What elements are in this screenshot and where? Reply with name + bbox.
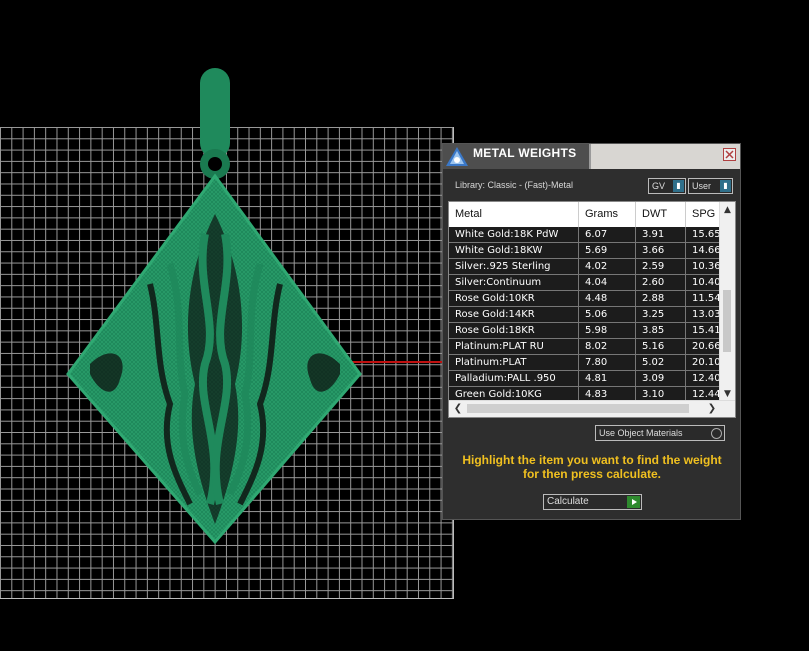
dropdown-arrow-icon: ▮ <box>720 180 731 192</box>
instruction-text: Highlight the item you want to find the … <box>462 453 722 481</box>
table-row[interactable]: Silver:.925 Sterling 4.02 2.59 10.36 <box>449 259 721 275</box>
table-body: White Gold:18K PdW 6.07 3.91 15.65 White Gol… <box>449 227 721 403</box>
cell-grams: 8.02 <box>579 339 636 354</box>
scroll-up-icon[interactable]: ▲ <box>720 203 735 217</box>
cell-spg: 15.65 <box>686 227 721 242</box>
cell-spg: 20.66 <box>686 339 721 354</box>
cell-dwt: 5.16 <box>636 339 686 354</box>
cell-dwt: 2.60 <box>636 275 686 290</box>
table-row[interactable]: Platinum:PLAT 7.80 5.02 20.10 <box>449 355 721 371</box>
table-row[interactable]: Rose Gold:14KR 5.06 3.25 13.03 <box>449 307 721 323</box>
gv-dropdown[interactable]: GV ▮ <box>648 178 686 194</box>
table-row[interactable]: White Gold:18K PdW 6.07 3.91 15.65 <box>449 227 721 243</box>
cell-spg: 10.40 <box>686 275 721 290</box>
panel-title-tab: METAL WEIGHTS <box>443 144 591 169</box>
horizontal-scrollbar[interactable]: ❮ ❯ <box>449 400 735 417</box>
vertical-scroll-thumb[interactable] <box>723 290 731 352</box>
panel-titlebar[interactable]: METAL WEIGHTS <box>443 144 740 169</box>
app-logo-icon <box>446 147 468 166</box>
cell-dwt: 3.09 <box>636 371 686 386</box>
cell-grams: 5.69 <box>579 243 636 258</box>
table-header: Metal Grams DWT SPG <box>449 202 721 228</box>
user-dropdown-label: User <box>692 181 712 191</box>
play-arrow-icon <box>627 496 640 508</box>
library-label: Library: Classic - (Fast)-Metal <box>455 180 574 190</box>
table-row[interactable]: Palladium:PALL .950 4.81 3.09 12.40 <box>449 371 721 387</box>
cell-metal: Silver:Continuum <box>449 275 579 290</box>
cell-metal: Silver:.925 Sterling <box>449 259 579 274</box>
scroll-down-icon[interactable]: ▼ <box>720 387 735 401</box>
cell-grams: 4.04 <box>579 275 636 290</box>
close-icon <box>725 150 734 159</box>
cell-spg: 14.66 <box>686 243 721 258</box>
scroll-left-icon[interactable]: ❮ <box>451 401 465 417</box>
table-row[interactable]: Platinum:PLAT RU 8.02 5.16 20.66 <box>449 339 721 355</box>
cell-dwt: 3.25 <box>636 307 686 322</box>
cell-metal: Rose Gold:10KR <box>449 291 579 306</box>
close-button[interactable] <box>723 148 736 161</box>
cell-grams: 4.02 <box>579 259 636 274</box>
cell-dwt: 3.66 <box>636 243 686 258</box>
dropdown-arrow-icon: ▮ <box>673 180 684 192</box>
metal-weights-panel: METAL WEIGHTS Library: Classic - (Fast)-… <box>442 143 741 520</box>
cell-spg: 20.10 <box>686 355 721 370</box>
cell-metal: White Gold:18KW <box>449 243 579 258</box>
cell-dwt: 3.91 <box>636 227 686 242</box>
column-header-grams[interactable]: Grams <box>579 202 636 227</box>
radio-circle-icon <box>711 428 722 439</box>
cell-grams: 4.48 <box>579 291 636 306</box>
cell-metal: Rose Gold:18KR <box>449 323 579 338</box>
cell-dwt: 5.02 <box>636 355 686 370</box>
cell-metal: Platinum:PLAT <box>449 355 579 370</box>
cell-grams: 5.98 <box>579 323 636 338</box>
cell-spg: 15.41 <box>686 323 721 338</box>
cell-grams: 6.07 <box>579 227 636 242</box>
table-row[interactable]: Silver:Continuum 4.04 2.60 10.40 <box>449 275 721 291</box>
cell-dwt: 2.59 <box>636 259 686 274</box>
cell-metal: Palladium:PALL .950 <box>449 371 579 386</box>
cell-spg: 11.54 <box>686 291 721 306</box>
column-header-spg[interactable]: SPG <box>686 202 721 227</box>
calculate-label: Calculate <box>547 496 589 507</box>
gv-dropdown-label: GV <box>652 181 666 191</box>
scroll-right-icon[interactable]: ❯ <box>705 401 719 417</box>
cell-grams: 4.81 <box>579 371 636 386</box>
column-header-metal[interactable]: Metal <box>449 202 579 227</box>
calculate-button[interactable]: Calculate <box>543 494 642 510</box>
horizontal-scroll-thumb[interactable] <box>467 404 689 413</box>
materials-dropdown[interactable]: Use Object Materials <box>595 425 725 441</box>
panel-title: METAL WEIGHTS <box>473 146 577 160</box>
cell-spg: 12.40 <box>686 371 721 386</box>
cell-metal: White Gold:18K PdW <box>449 227 579 242</box>
column-header-dwt[interactable]: DWT <box>636 202 686 227</box>
cell-dwt: 3.85 <box>636 323 686 338</box>
table-row[interactable]: White Gold:18KW 5.69 3.66 14.66 <box>449 243 721 259</box>
cell-spg: 13.03 <box>686 307 721 322</box>
cell-metal: Rose Gold:14KR <box>449 307 579 322</box>
cell-spg: 10.36 <box>686 259 721 274</box>
metal-table[interactable]: Metal Grams DWT SPG White Gold:18K PdW 6.… <box>448 201 736 418</box>
materials-dropdown-label: Use Object Materials <box>599 428 683 438</box>
table-row[interactable]: Rose Gold:18KR 5.98 3.85 15.41 <box>449 323 721 339</box>
pendant-model[interactable] <box>60 64 370 554</box>
cell-dwt: 2.88 <box>636 291 686 306</box>
vertical-scrollbar[interactable]: ▲ ▼ <box>719 202 735 401</box>
cell-metal: Platinum:PLAT RU <box>449 339 579 354</box>
user-dropdown[interactable]: User ▮ <box>688 178 733 194</box>
cell-grams: 7.80 <box>579 355 636 370</box>
cell-grams: 5.06 <box>579 307 636 322</box>
table-row[interactable]: Rose Gold:10KR 4.48 2.88 11.54 <box>449 291 721 307</box>
